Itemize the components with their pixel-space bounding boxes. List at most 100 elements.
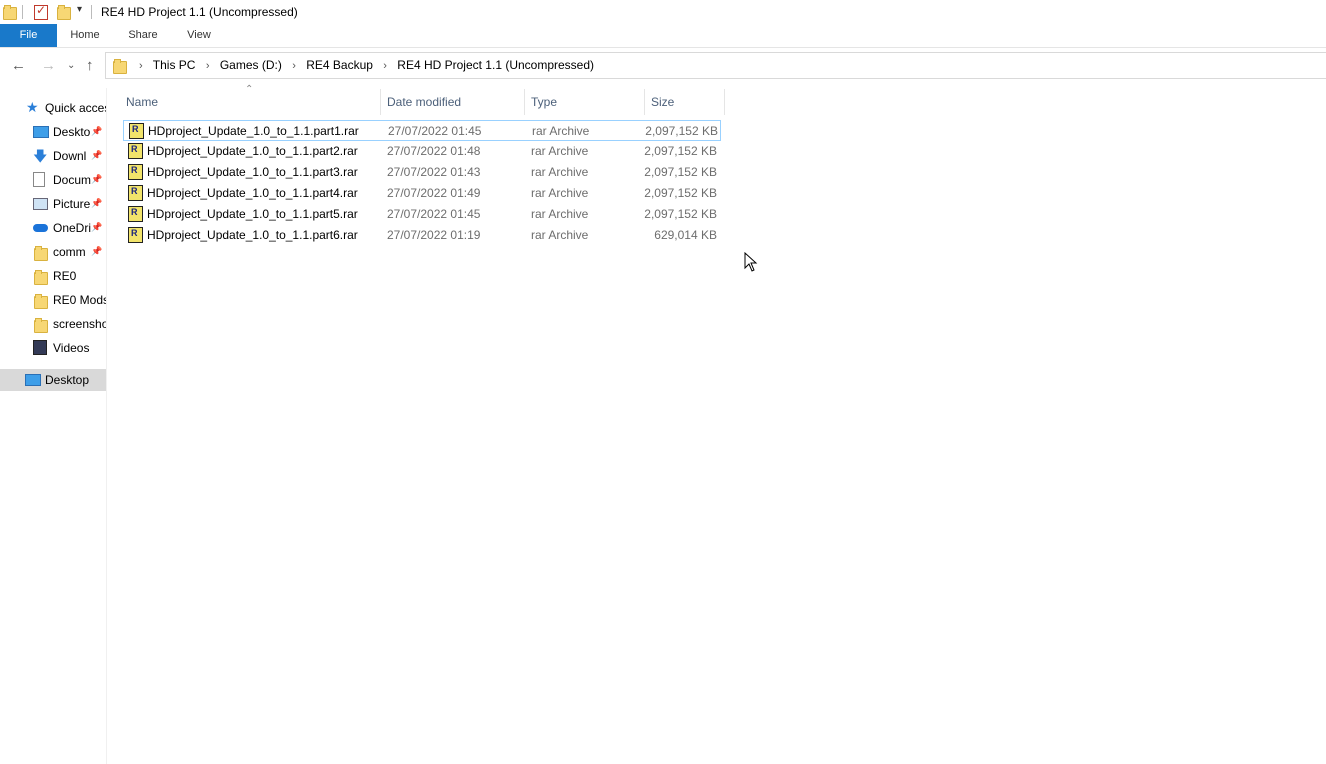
column-divider[interactable] (724, 89, 725, 115)
sidebar-item-comm[interactable]: comm 📌 (0, 241, 106, 263)
column-header-label: Type (531, 95, 558, 109)
file-row[interactable]: HDproject_Update_1.0_to_1.1.part3.rar 27… (123, 162, 721, 183)
chevron-right-icon[interactable]: › (292, 60, 296, 72)
rar-archive-icon (128, 143, 143, 159)
sidebar-item-label: Docum (53, 173, 92, 187)
title-bar: ▾ RE4 HD Project 1.1 (Uncompressed) (0, 0, 1326, 24)
chevron-right-icon[interactable]: › (139, 60, 143, 72)
rar-archive-icon (128, 206, 143, 222)
rar-archive-icon (128, 164, 143, 180)
file-size: 2,097,152 KB (644, 165, 717, 179)
file-date: 27/07/2022 01:45 (388, 124, 482, 138)
sidebar-item-videos[interactable]: Videos (0, 337, 106, 359)
document-icon (33, 172, 45, 187)
desktop-icon (25, 374, 41, 386)
file-date: 27/07/2022 01:48 (387, 144, 481, 158)
window-title: RE4 HD Project 1.1 (Uncompressed) (101, 5, 298, 19)
file-row[interactable]: HDproject_Update_1.0_to_1.1.part6.rar 27… (123, 225, 721, 246)
address-bar[interactable]: › This PC › Games (D:) › RE4 Backup › RE… (105, 52, 1326, 79)
column-header-label: Size (651, 95, 675, 109)
rar-archive-icon (128, 227, 143, 243)
file-name: HDproject_Update_1.0_to_1.1.part3.rar (147, 165, 358, 179)
file-date: 27/07/2022 01:19 (387, 228, 481, 242)
chevron-right-icon[interactable]: › (383, 60, 387, 72)
pictures-icon (33, 198, 48, 210)
sidebar-item-re0[interactable]: RE0 (0, 265, 106, 287)
pin-icon: 📌 (91, 126, 103, 136)
properties-icon[interactable] (34, 3, 48, 20)
tab-share[interactable]: Share (120, 24, 166, 47)
pin-icon: 📌 (91, 222, 103, 232)
sidebar-item-pictures[interactable]: Picture 📌 (0, 193, 106, 215)
breadcrumb-games-drive[interactable]: Games (D:) (220, 58, 282, 72)
customize-toolbar-icon[interactable]: ▾ (77, 4, 82, 15)
file-type: rar Archive (531, 165, 589, 179)
star-icon: ★ (26, 99, 39, 115)
sidebar-item-desktop-pinned[interactable]: Deskto 📌 (0, 121, 106, 143)
separator (91, 5, 92, 19)
back-arrow-icon[interactable]: ← (11, 57, 26, 74)
sidebar-item-label: Desktop (45, 373, 90, 387)
file-size: 629,014 KB (654, 228, 717, 242)
sidebar-item-screenshots[interactable]: screensho (0, 313, 106, 335)
file-row[interactable]: HDproject_Update_1.0_to_1.1.part5.rar 27… (123, 204, 721, 225)
file-name: HDproject_Update_1.0_to_1.1.part4.rar (147, 186, 358, 200)
sidebar-item-label: screensho (53, 317, 106, 331)
column-header-name[interactable]: Name (120, 89, 380, 115)
column-header-size[interactable]: Size (645, 89, 724, 115)
sidebar-item-label: RE0 Mods (53, 293, 106, 307)
tab-home[interactable]: Home (62, 24, 108, 47)
sidebar-item-label: OneDri (53, 221, 92, 235)
file-name: HDproject_Update_1.0_to_1.1.part6.rar (147, 228, 358, 242)
desktop-icon (33, 126, 49, 138)
navigation-pane: ★ Quick acces Deskto 📌 🡇 Downl 📌 Docum 📌… (0, 88, 107, 764)
up-arrow-icon[interactable]: ↑ (86, 57, 94, 74)
file-size: 2,097,152 KB (644, 186, 717, 200)
forward-arrow-icon[interactable]: → (41, 57, 56, 74)
file-name: HDproject_Update_1.0_to_1.1.part2.rar (147, 144, 358, 158)
file-type: rar Archive (531, 186, 589, 200)
sidebar-item-label: comm (53, 245, 86, 259)
sidebar-item-label: RE0 (53, 269, 77, 283)
file-name: HDproject_Update_1.0_to_1.1.part5.rar (147, 207, 358, 221)
file-date: 27/07/2022 01:45 (387, 207, 481, 221)
folder-icon (113, 59, 127, 74)
column-header-date-modified[interactable]: Date modified (381, 89, 524, 115)
breadcrumb-re4-backup[interactable]: RE4 Backup (306, 58, 373, 72)
column-header-label: Name (126, 95, 159, 109)
tab-file[interactable]: File (0, 24, 57, 47)
column-header-label: Date modified (387, 95, 462, 109)
file-type: rar Archive (532, 124, 590, 138)
mouse-cursor-icon (744, 252, 758, 272)
tab-view[interactable]: View (176, 24, 222, 47)
separator (22, 5, 23, 19)
file-row[interactable]: HDproject_Update_1.0_to_1.1.part2.rar 27… (123, 141, 721, 162)
rar-archive-icon (128, 185, 143, 201)
sidebar-item-re0-mods[interactable]: RE0 Mods (0, 289, 106, 311)
rar-archive-icon (129, 123, 144, 139)
sidebar-item-label: Picture (53, 197, 91, 211)
sidebar-item-downloads[interactable]: 🡇 Downl 📌 (0, 145, 106, 167)
sidebar-item-documents[interactable]: Docum 📌 (0, 169, 106, 191)
chevron-right-icon[interactable]: › (206, 60, 210, 72)
onedrive-icon (33, 224, 48, 232)
sidebar-item-onedrive[interactable]: OneDri 📌 (0, 217, 106, 239)
sidebar-item-label: Videos (53, 341, 90, 355)
ribbon: File Home Share View (0, 24, 1326, 48)
navigation-bar: ← → ⌄ ↑ › This PC › Games (D:) › RE4 Bac… (0, 48, 1326, 82)
recent-locations-chevron-icon[interactable]: ⌄ (67, 60, 75, 71)
file-row[interactable]: HDproject_Update_1.0_to_1.1.part1.rar 27… (123, 120, 721, 141)
column-header-type[interactable]: Type (525, 89, 644, 115)
file-type: rar Archive (531, 207, 589, 221)
sidebar-item-label: Deskto (53, 125, 91, 139)
sidebar-item-quick-access[interactable]: ★ Quick acces (0, 97, 106, 119)
file-size: 2,097,152 KB (644, 144, 717, 158)
sidebar-item-desktop[interactable]: Desktop (0, 369, 106, 391)
breadcrumb-this-pc[interactable]: This PC (153, 58, 196, 72)
download-icon: 🡇 (33, 148, 48, 164)
file-type: rar Archive (531, 144, 589, 158)
breadcrumb-current-folder[interactable]: RE4 HD Project 1.1 (Uncompressed) (397, 58, 594, 72)
file-row[interactable]: HDproject_Update_1.0_to_1.1.part4.rar 27… (123, 183, 721, 204)
file-name: HDproject_Update_1.0_to_1.1.part1.rar (148, 124, 359, 138)
file-size: 2,097,152 KB (645, 124, 718, 138)
